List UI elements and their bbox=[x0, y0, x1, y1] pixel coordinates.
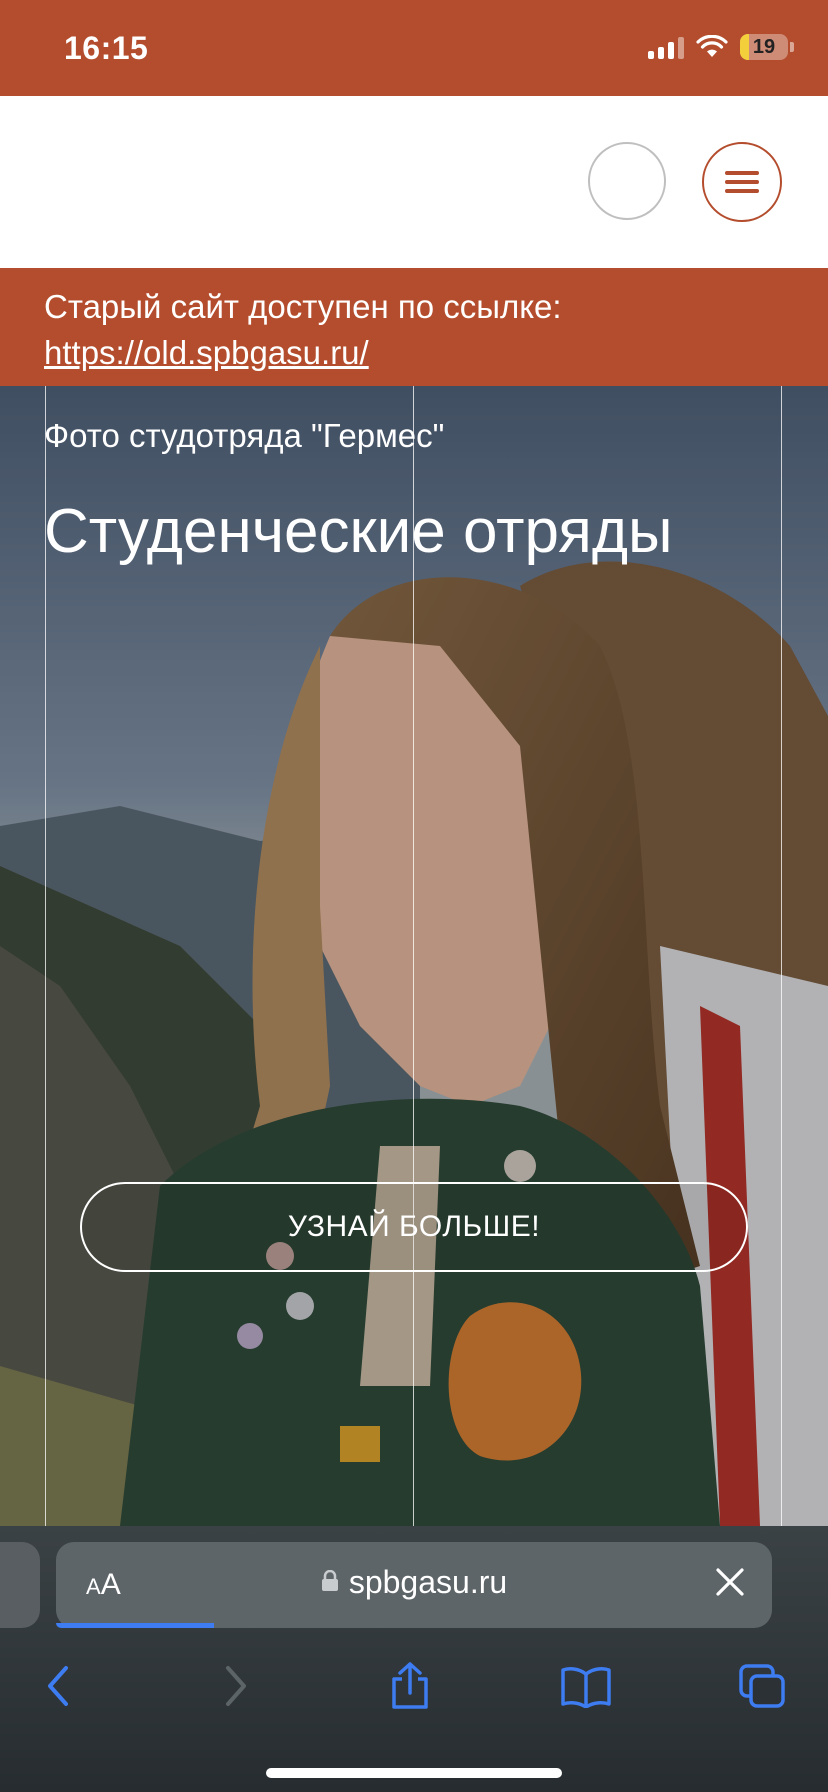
hamburger-menu-icon bbox=[725, 166, 759, 198]
tabs-button[interactable] bbox=[732, 1658, 792, 1714]
chevron-right-icon bbox=[226, 1666, 246, 1706]
battery-percentage: 19 bbox=[752, 36, 776, 58]
back-button[interactable] bbox=[28, 1658, 88, 1714]
status-time: 16:15 bbox=[64, 30, 149, 66]
previous-tab-preview[interactable] bbox=[0, 1542, 40, 1628]
bookmarks-button[interactable] bbox=[556, 1658, 616, 1714]
chevron-left-icon bbox=[48, 1666, 68, 1706]
menu-button[interactable] bbox=[702, 142, 782, 222]
search-button[interactable] bbox=[588, 142, 666, 220]
browser-toolbar: AA spbgasu.ru bbox=[0, 1526, 828, 1792]
status-indicators: 19 bbox=[648, 34, 794, 60]
domain-text: spbgasu.ru bbox=[348, 1564, 508, 1600]
battery-tip bbox=[790, 42, 794, 52]
grid-line bbox=[781, 386, 782, 1526]
battery-icon: 19 bbox=[740, 34, 788, 60]
wifi-icon bbox=[696, 35, 728, 59]
hero-banner: Фото студотряда "Гермес" Студенческие от… bbox=[0, 386, 828, 1526]
share-button[interactable] bbox=[380, 1658, 440, 1714]
learn-more-button[interactable]: УЗНАЙ БОЛЬШЕ! bbox=[80, 1182, 748, 1272]
photo-caption: Фото студотряда "Гермес" bbox=[44, 417, 445, 454]
forward-button[interactable] bbox=[206, 1658, 266, 1714]
page-load-progress bbox=[56, 1623, 214, 1628]
close-icon[interactable] bbox=[714, 1566, 746, 1603]
cellular-signal-icon bbox=[648, 35, 684, 59]
old-site-link[interactable]: https://old.spbgasu.ru/ bbox=[44, 330, 784, 376]
url-display[interactable]: spbgasu.ru bbox=[56, 1564, 772, 1603]
site-header bbox=[0, 96, 828, 268]
navigation-toolbar bbox=[0, 1646, 828, 1726]
old-site-notice: Старый сайт доступен по ссылке: https://… bbox=[0, 268, 828, 386]
lock-icon bbox=[321, 1563, 339, 1600]
share-icon bbox=[392, 1662, 428, 1709]
notice-text: Старый сайт доступен по ссылке: bbox=[44, 288, 562, 325]
hero-title: Студенческие отряды bbox=[44, 497, 673, 566]
status-bar: 16:15 19 bbox=[0, 0, 828, 96]
home-indicator bbox=[266, 1768, 562, 1778]
address-bar[interactable]: AA spbgasu.ru bbox=[56, 1542, 772, 1628]
tabs-icon bbox=[739, 1664, 785, 1708]
book-icon bbox=[561, 1667, 611, 1708]
